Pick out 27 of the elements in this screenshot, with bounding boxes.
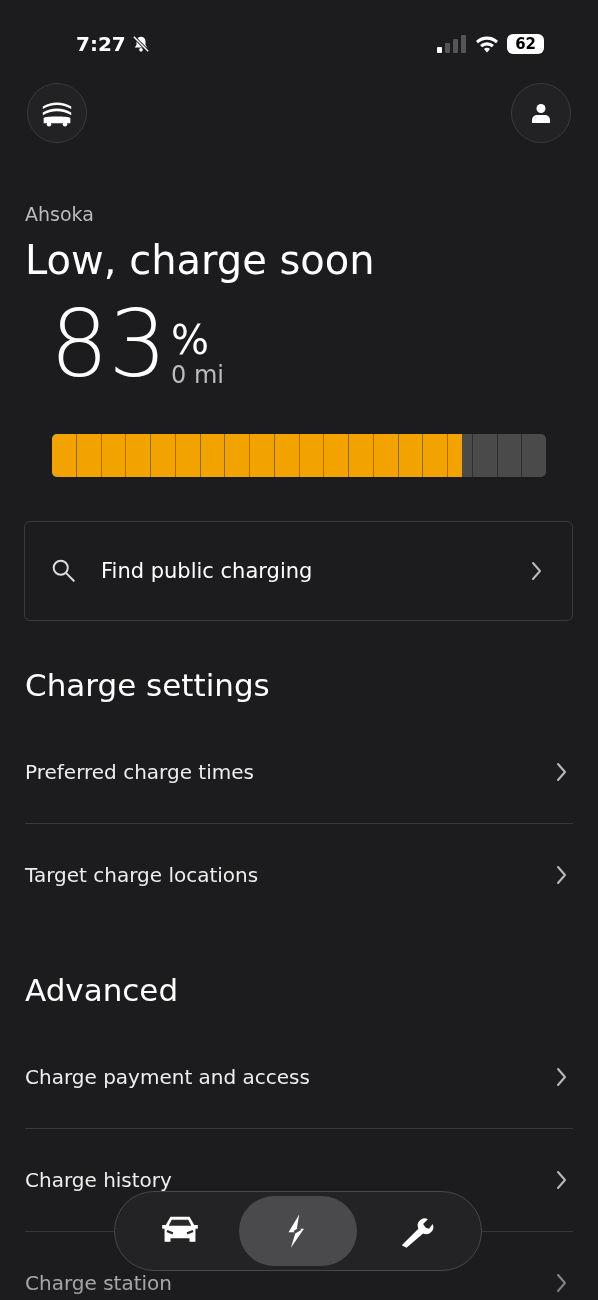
signal-icon: [437, 35, 468, 53]
settings-item[interactable]: Charge payment and access: [25, 1067, 310, 1087]
settings-item[interactable]: Charge history: [25, 1170, 172, 1190]
percent-sign: %: [171, 319, 211, 361]
battery-indicator: 62: [507, 34, 544, 54]
vehicle-name: Ahsoka: [25, 203, 95, 225]
status-time: 7:27: [76, 32, 126, 56]
section-title: Charge settings: [25, 667, 271, 705]
range-text: 0 mi: [171, 361, 225, 389]
charge-status: Low, charge soon: [25, 237, 376, 283]
chevron-right-icon[interactable]: [556, 762, 567, 782]
settings-item[interactable]: Charge station: [25, 1273, 172, 1293]
car-stack-icon: [41, 99, 73, 127]
chevron-right-icon[interactable]: [556, 1273, 567, 1293]
chevron-right-icon[interactable]: [556, 1170, 567, 1190]
charge-percent: 83: [50, 299, 168, 391]
settings-item[interactable]: Preferred charge times: [25, 762, 254, 782]
settings-item[interactable]: Target charge locations: [25, 865, 259, 885]
person-icon: [531, 103, 551, 123]
search-icon: [51, 558, 77, 584]
chevron-right-icon[interactable]: [556, 1067, 567, 1087]
section-title: Advanced: [25, 972, 180, 1010]
muted-bell-icon: [131, 35, 150, 53]
find-charging-button[interactable]: Find public charging: [24, 521, 573, 621]
chevron-right-icon: [531, 561, 542, 581]
wifi-icon: [475, 35, 500, 53]
chevron-right-icon[interactable]: [556, 865, 567, 885]
